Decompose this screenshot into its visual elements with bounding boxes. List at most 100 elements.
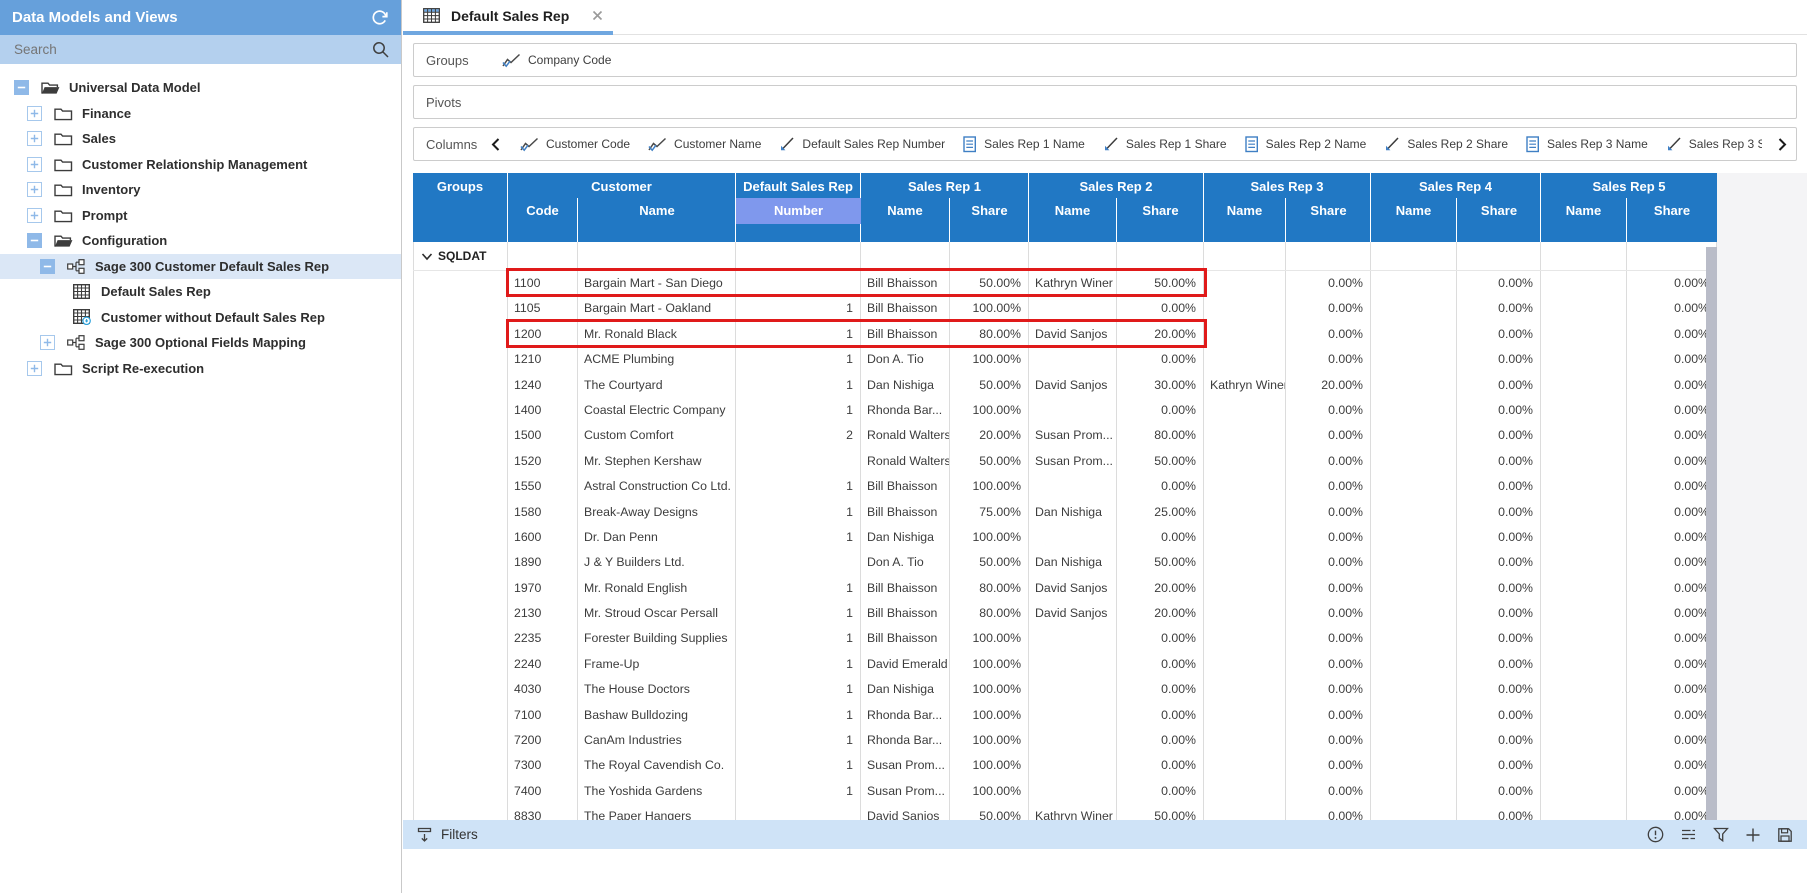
table-row-7300[interactable]: 7300The Royal Cavendish Co.1Susan Prom..… [413, 753, 1717, 778]
header-col-default-sales-rep-number[interactable]: Number [736, 198, 861, 242]
group-row-sqldat[interactable]: SQLDAT [413, 242, 1717, 271]
plus-icon[interactable] [1745, 827, 1761, 843]
tab-default-sales-rep[interactable]: Default Sales Rep [403, 0, 613, 31]
sidebar-item-customer-without-default-sales-rep[interactable]: Customer without Default Sales Rep [0, 305, 401, 331]
sidebar-item-default-sales-rep[interactable]: Default Sales Rep [0, 279, 401, 305]
sidebar-item-prompt[interactable]: Prompt [0, 203, 401, 229]
column-chip-sales-rep-3-name[interactable]: Sales Rep 3 Name [1526, 136, 1648, 153]
header-group-sales-rep-2[interactable]: Sales Rep 2NameShare [1029, 173, 1204, 242]
vertical-scrollbar[interactable] [1706, 247, 1717, 820]
table-row-1550[interactable]: 1550Astral Construction Co Ltd.1Bill Bha… [413, 474, 1717, 499]
column-chip-default-sales-rep-number[interactable]: Default Sales Rep Number [779, 136, 945, 153]
header-group-default-sales-rep[interactable]: Default Sales RepNumber [736, 173, 861, 242]
header-group-sales-rep-4[interactable]: Sales Rep 4NameShare [1371, 173, 1541, 242]
table-row-1200[interactable]: 1200Mr. Ronald Black1Bill Bhaisson80.00%… [413, 322, 1717, 347]
chevron-down-icon[interactable] [421, 252, 433, 261]
header-group-customer[interactable]: CustomerCodeName [508, 173, 736, 242]
sidebar-item-inventory[interactable]: Inventory [0, 177, 401, 203]
column-chip-sales-rep-2-share[interactable]: Sales Rep 2 Share [1384, 136, 1508, 153]
table-row-8830[interactable]: 8830The Paper HangersDavid Sanjos50.00%K… [413, 804, 1717, 820]
table-row-7200[interactable]: 7200CanAm Industries1Rhonda Bar...100.00… [413, 728, 1717, 753]
header-group-sales-rep-5[interactable]: Sales Rep 5NameShare [1541, 173, 1717, 242]
table-row-1890[interactable]: 1890J & Y Builders Ltd.Don A. Tio50.00%D… [413, 550, 1717, 575]
table-row-2130[interactable]: 2130Mr. Stroud Oscar Persall1Bill Bhaiss… [413, 601, 1717, 626]
table-row-1105[interactable]: 1105Bargain Mart - Oakland1Bill Bhaisson… [413, 296, 1717, 321]
table-row-2240[interactable]: 2240Frame-Up1David Emerald100.00%0.00%0.… [413, 652, 1717, 677]
expand-toggle-icon[interactable] [27, 131, 42, 146]
table-row-7100[interactable]: 7100Bashaw Bulldozing1Rhonda Bar...100.0… [413, 703, 1717, 728]
cell-rep5_share: 0.00% [1627, 601, 1717, 626]
expand-toggle-icon[interactable] [27, 106, 42, 121]
expand-toggle-icon[interactable] [40, 335, 55, 350]
table-row-7400[interactable]: 7400The Yoshida Gardens1Susan Prom...100… [413, 779, 1717, 804]
header-group-groups[interactable]: Groups [413, 173, 508, 242]
header-col-sales-rep-3-name[interactable]: Name [1204, 198, 1286, 242]
cell-rep1_name: Bill Bhaisson [861, 296, 950, 321]
table-row-1580[interactable]: 1580Break-Away Designs1Bill Bhaisson75.0… [413, 500, 1717, 525]
pivots-panel: Pivots [413, 85, 1797, 119]
header-col-sales-rep-1-share[interactable]: Share [950, 198, 1029, 242]
alert-icon[interactable] [1647, 826, 1664, 843]
column-chip-sales-rep-3-share[interactable]: Sales Rep 3 Share [1666, 136, 1762, 153]
column-chip-customer-code[interactable]: Customer Code [520, 136, 630, 153]
collapse-toggle-icon[interactable] [14, 80, 29, 95]
sidebar-item-configuration[interactable]: Configuration [0, 228, 401, 254]
sidebar-item-sage-300-customer-default-sales-rep[interactable]: Sage 300 Customer Default Sales Rep [0, 254, 401, 280]
cell-number: 1 [736, 601, 861, 626]
expand-toggle-icon[interactable] [27, 361, 42, 376]
table-row-1210[interactable]: 1210ACME Plumbing1Don A. Tio100.00%0.00%… [413, 347, 1717, 372]
search-input[interactable] [12, 41, 372, 58]
sidebar-item-customer-relationship-management[interactable]: Customer Relationship Management [0, 152, 401, 178]
table-row-1520[interactable]: 1520Mr. Stephen KershawRonald Walters50.… [413, 449, 1717, 474]
header-col-sales-rep-2-name[interactable]: Name [1029, 198, 1117, 242]
header-col-sales-rep-4-name[interactable]: Name [1371, 198, 1457, 242]
header-col-sales-rep-5-name[interactable]: Name [1541, 198, 1627, 242]
refresh-icon[interactable] [370, 8, 389, 27]
cell-rep3_name [1204, 474, 1286, 499]
sidebar-item-sales[interactable]: Sales [0, 126, 401, 152]
header-col-customer-name[interactable]: Name [578, 198, 736, 242]
table-row-1600[interactable]: 1600Dr. Dan Penn1Dan Nishiga100.00%0.00%… [413, 525, 1717, 550]
sidebar-item-universal-data-model[interactable]: Universal Data Model [0, 75, 401, 101]
sidebar-item-script-re-execution[interactable]: Script Re-execution [0, 356, 401, 382]
header-col-sales-rep-2-share[interactable]: Share [1117, 198, 1204, 242]
collapse-toggle-icon[interactable] [27, 233, 42, 248]
header-group-sales-rep-1[interactable]: Sales Rep 1NameShare [861, 173, 1029, 242]
search-icon[interactable] [372, 41, 389, 58]
list-icon[interactable] [1680, 827, 1697, 842]
cell-customer_name: Mr. Stephen Kershaw [578, 449, 736, 474]
cell-rep1_share: 100.00% [950, 296, 1029, 321]
header-col-sales-rep-5-share[interactable]: Share [1627, 198, 1717, 242]
header-group-sales-rep-3[interactable]: Sales Rep 3NameShare [1204, 173, 1371, 242]
chevron-right-icon[interactable] [1768, 137, 1788, 152]
column-chip-customer-name[interactable]: Customer Name [648, 136, 761, 153]
table-row-2235[interactable]: 2235Forester Building Supplies1Bill Bhai… [413, 626, 1717, 651]
expand-toggle-icon[interactable] [27, 182, 42, 197]
table-row-4030[interactable]: 4030The House Doctors1Dan Nishiga100.00%… [413, 677, 1717, 702]
column-chip-sales-rep-2-name[interactable]: Sales Rep 2 Name [1245, 136, 1367, 153]
tab-close-icon[interactable] [592, 10, 603, 21]
expand-toggle-icon[interactable] [27, 157, 42, 172]
table-row-1500[interactable]: 1500Custom Comfort2Ronald Walters20.00%S… [413, 423, 1717, 448]
save-icon[interactable] [1777, 827, 1793, 843]
sidebar-item-sage-300-optional-fields-mapping[interactable]: Sage 300 Optional Fields Mapping [0, 330, 401, 356]
table-row-1240[interactable]: 1240The Courtyard1Dan Nishiga50.00%David… [413, 373, 1717, 398]
table-row-1100[interactable]: 1100Bargain Mart - San DiegoBill Bhaisso… [413, 271, 1717, 296]
collapse-toggle-icon[interactable] [40, 259, 55, 274]
group-chip-company-code[interactable]: Company Code [502, 53, 611, 68]
column-chip-sales-rep-1-share[interactable]: Sales Rep 1 Share [1103, 136, 1227, 153]
filters-funnel-icon[interactable] [417, 827, 432, 843]
chevron-left-icon[interactable] [490, 137, 502, 152]
expand-toggle-icon[interactable] [27, 208, 42, 223]
header-col-sales-rep-1-name[interactable]: Name [861, 198, 950, 242]
column-chip-sales-rep-1-name[interactable]: Sales Rep 1 Name [963, 136, 1085, 153]
cell-rep3_share: 0.00% [1286, 296, 1371, 321]
header-col-customer-code[interactable]: Code [508, 198, 578, 242]
cell-customer_name: Mr. Ronald Black [578, 322, 736, 347]
table-row-1970[interactable]: 1970Mr. Ronald English1Bill Bhaisson80.0… [413, 576, 1717, 601]
sidebar-item-finance[interactable]: Finance [0, 101, 401, 127]
table-row-1400[interactable]: 1400Coastal Electric Company1Rhonda Bar.… [413, 398, 1717, 423]
header-col-sales-rep-4-share[interactable]: Share [1457, 198, 1541, 242]
funnel-icon[interactable] [1713, 827, 1729, 843]
header-col-sales-rep-3-share[interactable]: Share [1286, 198, 1371, 242]
